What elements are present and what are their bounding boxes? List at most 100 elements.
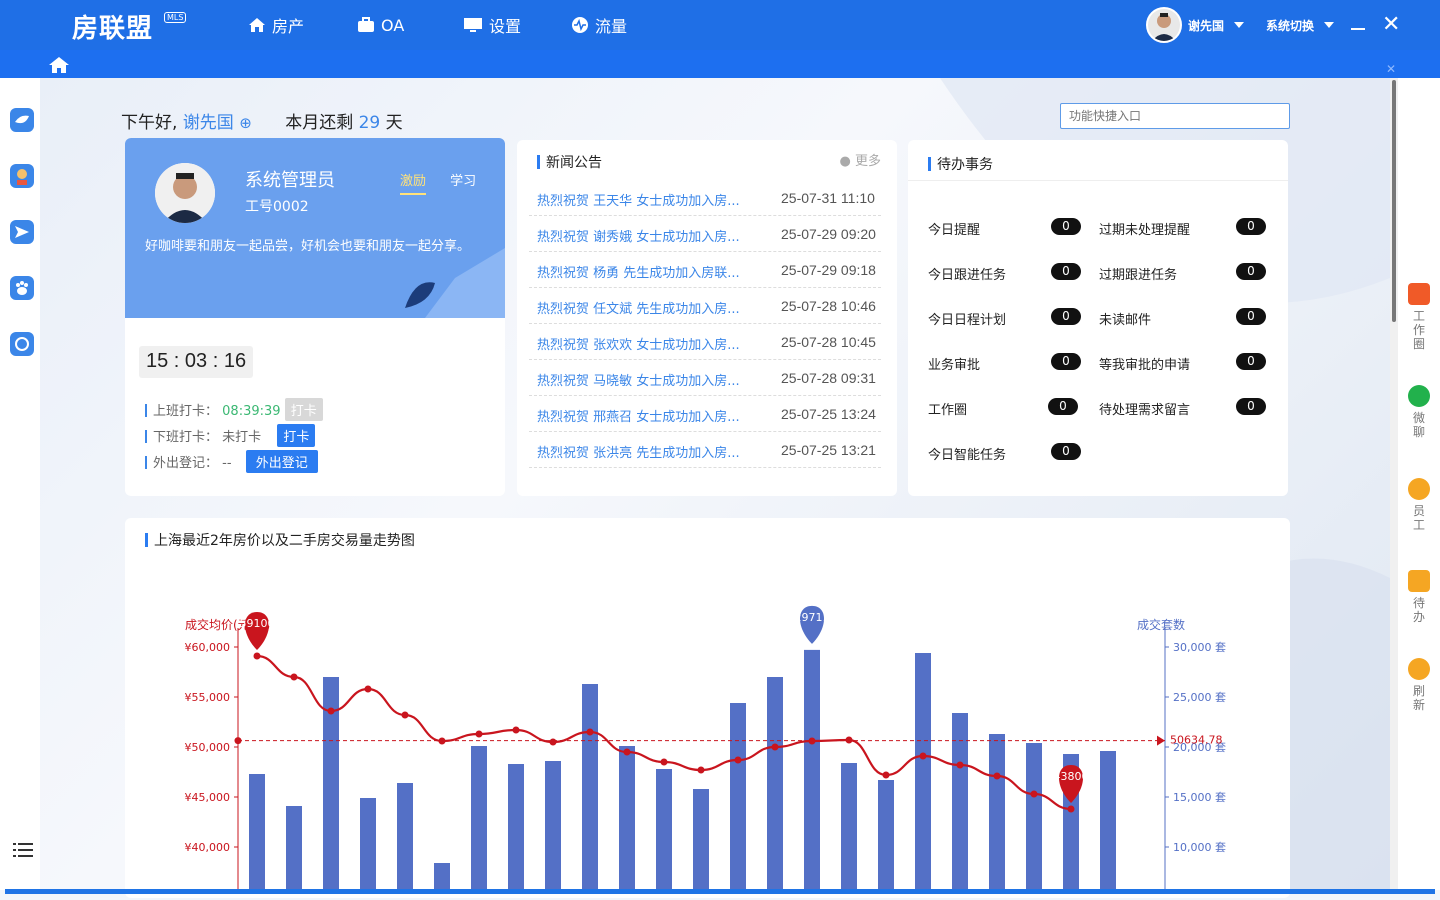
clock-out-button[interactable]: 打卡 [277,424,316,447]
todo-item[interactable]: 今日提醒 [928,219,980,238]
price-point [512,726,520,734]
bar [1026,743,1042,890]
bird-icon[interactable] [10,108,34,132]
menu-list-icon[interactable] [13,842,33,858]
remain-suffix: 天 [385,113,403,133]
close-icon[interactable]: ✕ [1386,62,1396,76]
news-item-title[interactable]: 热烈祝贺 谢秀娥 女士成功加入房... [537,226,767,245]
clock-out-value: 未打卡 [222,430,262,445]
nav-traffic[interactable]: 流量 [571,0,627,50]
home-icon [249,18,265,32]
left-tick-label: ¥60,000 [185,641,231,654]
user-menu[interactable]: 谢先国 系统切换 [1146,7,1335,43]
search-input[interactable] [1060,103,1290,129]
news-item-title[interactable]: 热烈祝贺 任文斌 先生成功加入房... [537,298,767,317]
rb-work-circle[interactable]: 工作圈 [1398,283,1440,351]
todo-item[interactable]: 工作圈 [928,399,967,418]
paper-plane-icon[interactable] [10,220,34,244]
more-label: 更多 [854,154,881,169]
outing-button[interactable]: 外出登记 [245,450,318,473]
app-logo[interactable]: 房联盟 [72,8,153,45]
left-sidebar [0,78,40,890]
price-point [845,736,853,744]
todo-item[interactable]: 过期跟进任务 [1099,264,1177,283]
outing-value: -- [222,456,232,471]
price-point [697,766,705,774]
list-item[interactable]: 热烈祝贺 杨勇 先生成功加入房联... 25-07-29 09:18 [529,252,881,288]
rb-label: 刷新 [1412,684,1425,712]
bar [434,863,450,890]
status-badge: 0 [1048,398,1078,415]
rb-refresh[interactable]: 刷新 [1398,658,1440,712]
scrollbar-thumb[interactable] [1392,80,1396,322]
profile-motto: 好咖啡要和朋友一起品尝，好机会也要和朋友一起分享。 [145,239,471,254]
minimize-button[interactable] [1351,28,1365,30]
system-switch[interactable]: 系统切换 [1266,17,1314,34]
bar [360,798,376,890]
rb-chat[interactable]: 微聊 [1398,385,1440,439]
list-item[interactable]: 热烈祝贺 任文斌 先生成功加入房... 25-07-28 10:46 [529,288,881,324]
clock-second: 16 [223,350,247,372]
list-item[interactable]: 热烈祝贺 谢秀娥 女士成功加入房... 25-07-29 09:20 [529,216,881,252]
list-item[interactable]: 热烈祝贺 马晓敏 女士成功加入房... 25-07-28 09:31 [529,360,881,396]
person-icon[interactable] [10,164,34,188]
list-item[interactable]: 热烈祝贺 王天华 女士成功加入房... 25-07-31 11:10 [529,180,881,216]
right-sidebar: 工作圈 微聊 员工 待办 刷新 [1398,78,1440,890]
profile-id: 工号0002 [245,199,309,215]
todo-item[interactable]: 今日日程计划 [928,309,1006,328]
news-item-title[interactable]: 热烈祝贺 张洪亮 先生成功加入房... [537,442,767,461]
bar [989,734,1005,890]
todo-item[interactable]: 未读邮件 [1099,309,1151,328]
bar [397,783,413,890]
close-icon[interactable]: ✕ [1382,14,1400,36]
todo-item[interactable]: 过期未处理提醒 [1099,219,1190,238]
home-icon[interactable] [48,56,70,74]
todo-item[interactable]: 业务审批 [928,354,980,373]
tab-study[interactable]: 学习 [450,174,476,189]
bar [471,746,487,890]
nav-oa[interactable]: OA [357,0,404,50]
news-item-title[interactable]: 热烈祝贺 王天华 女士成功加入房... [537,190,767,209]
todo-item[interactable]: 待处理需求留言 [1099,399,1190,418]
bar [767,677,783,890]
greeting-prefix: 下午好, [121,113,178,133]
price-point [882,771,890,779]
list-item[interactable]: 热烈祝贺 张欢欢 女士成功加入房... 25-07-28 10:45 [529,324,881,360]
news-item-title[interactable]: 热烈祝贺 张欢欢 女士成功加入房... [537,334,767,353]
rb-todo[interactable]: 待办 [1398,570,1440,624]
todo-item[interactable]: 今日智能任务 [928,444,1006,463]
price-point [771,743,779,751]
greeting-name[interactable]: 谢先国 [183,113,234,133]
price-point [1067,805,1075,813]
average-line-start [234,737,242,745]
nav-label-traffic: 流量 [595,17,628,36]
list-item[interactable]: 热烈祝贺 张洪亮 先生成功加入房... 25-07-25 13:21 [529,432,881,468]
add-circle-icon[interactable]: ⊕ [239,114,252,132]
list-item[interactable]: 热烈祝贺 邢燕召 女士成功加入房... 25-07-25 13:24 [529,396,881,432]
more-link[interactable]: ● 更多 [840,150,882,169]
news-item-title[interactable]: 热烈祝贺 马晓敏 女士成功加入房... [537,370,767,389]
news-item-time: 25-07-29 09:18 [781,262,876,278]
news-item-title[interactable]: 热烈祝贺 邢燕召 女士成功加入房... [537,406,767,425]
nav-settings[interactable]: 设置 [463,0,521,50]
pulse-icon [572,17,588,33]
bar [249,774,265,890]
nav-house[interactable]: 房产 [248,0,304,50]
briefcase-icon [358,17,374,32]
clock-in-button[interactable]: 打卡 [284,398,323,421]
bar [656,769,672,890]
todo-item[interactable]: 等我审批的申请 [1099,354,1190,373]
news-item-time: 25-07-29 09:20 [781,226,876,242]
tab-incentive[interactable]: 激励 [400,174,427,195]
todo-item[interactable]: 今日跟进任务 [928,264,1006,283]
price-point [623,748,631,756]
news-title-text: 新闻公告 [546,155,602,171]
paw-icon[interactable] [10,276,34,300]
chat-icon[interactable] [10,332,34,356]
greeting: 下午好, 谢先国 ⊕ 本月还剩 29 天 [121,108,403,133]
monitor-icon [464,18,482,32]
news-item-title[interactable]: 热烈祝贺 杨勇 先生成功加入房联... [537,262,767,281]
news-item-time: 25-07-25 13:21 [781,442,876,458]
user-icon [1408,478,1430,500]
rb-staff[interactable]: 员工 [1398,478,1440,532]
